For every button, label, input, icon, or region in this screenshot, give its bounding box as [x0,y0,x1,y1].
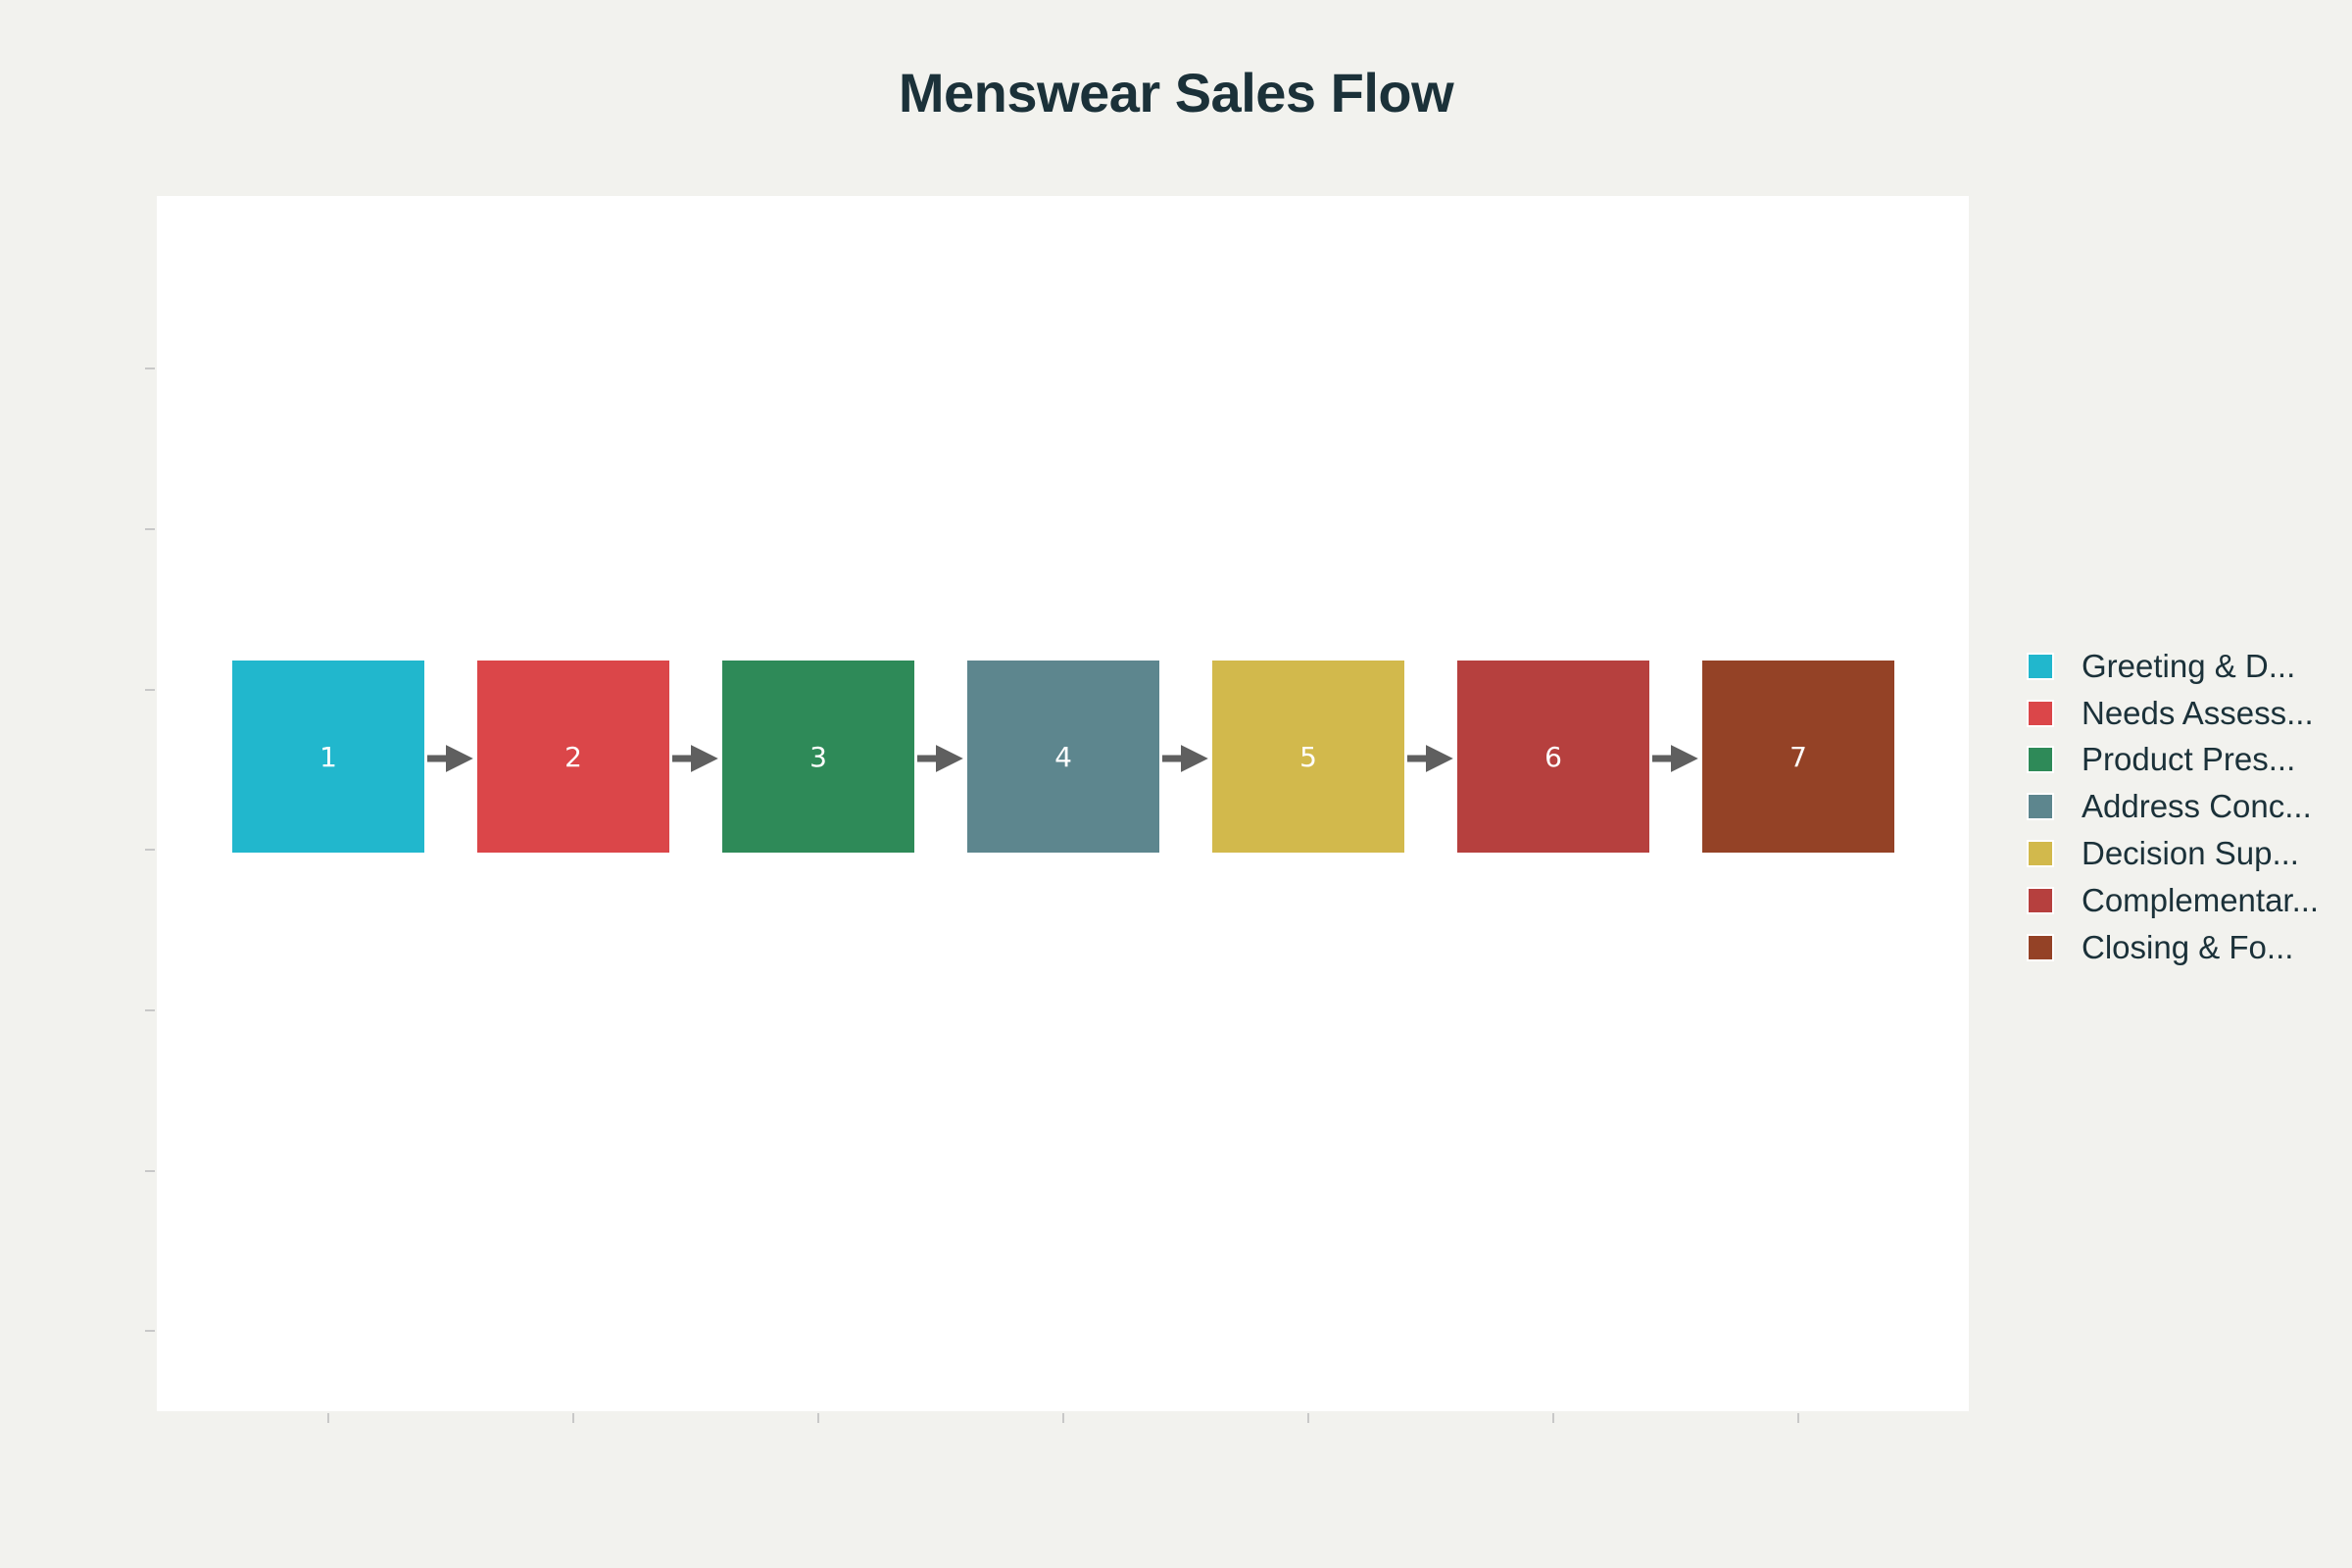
step-number-3: 3 [809,741,827,773]
legend-item-4[interactable]: Address Conc... [2027,783,2319,830]
legend-swatch [2027,886,2054,914]
legend-label: Product Pres... [2082,741,2296,778]
legend-item-7[interactable]: Closing & Fo... [2027,924,2319,971]
legend-swatch [2027,652,2054,680]
legend-swatch [2027,793,2054,821]
legend-label: Decision Sup... [2082,835,2299,872]
flow-diagram: 1 2 3 4 5 6 7 [145,196,1969,1423]
legend-item-5[interactable]: Decision Sup... [2027,830,2319,877]
step-number-7: 7 [1789,741,1807,773]
legend-swatch [2027,699,2054,727]
legend-item-3[interactable]: Product Pres... [2027,737,2319,784]
step-number-5: 5 [1299,741,1317,773]
step-number-1: 1 [319,741,337,773]
y-axis-ticks [145,368,155,1332]
legend: Greeting & D... Needs Assess... Product Pr… [2027,643,2319,971]
step-number-4: 4 [1054,741,1072,773]
step-number-6: 6 [1544,741,1562,773]
legend-swatch [2027,933,2054,961]
legend-label: Greeting & D... [2082,647,2296,684]
legend-label: Closing & Fo... [2082,928,2294,965]
flow-steps: 1 2 3 4 5 6 7 [232,661,1894,853]
legend-label: Complementar... [2082,881,2320,918]
legend-label: Needs Assess... [2082,694,2314,731]
legend-swatch [2027,840,2054,868]
step-number-2: 2 [564,741,582,773]
x-axis-ticks [327,1413,1799,1423]
legend-label: Address Conc... [2082,788,2312,825]
legend-item-6[interactable]: Complementar... [2027,877,2319,924]
legend-item-1[interactable]: Greeting & D... [2027,643,2319,690]
legend-swatch [2027,746,2054,774]
legend-item-2[interactable]: Needs Assess... [2027,690,2319,737]
